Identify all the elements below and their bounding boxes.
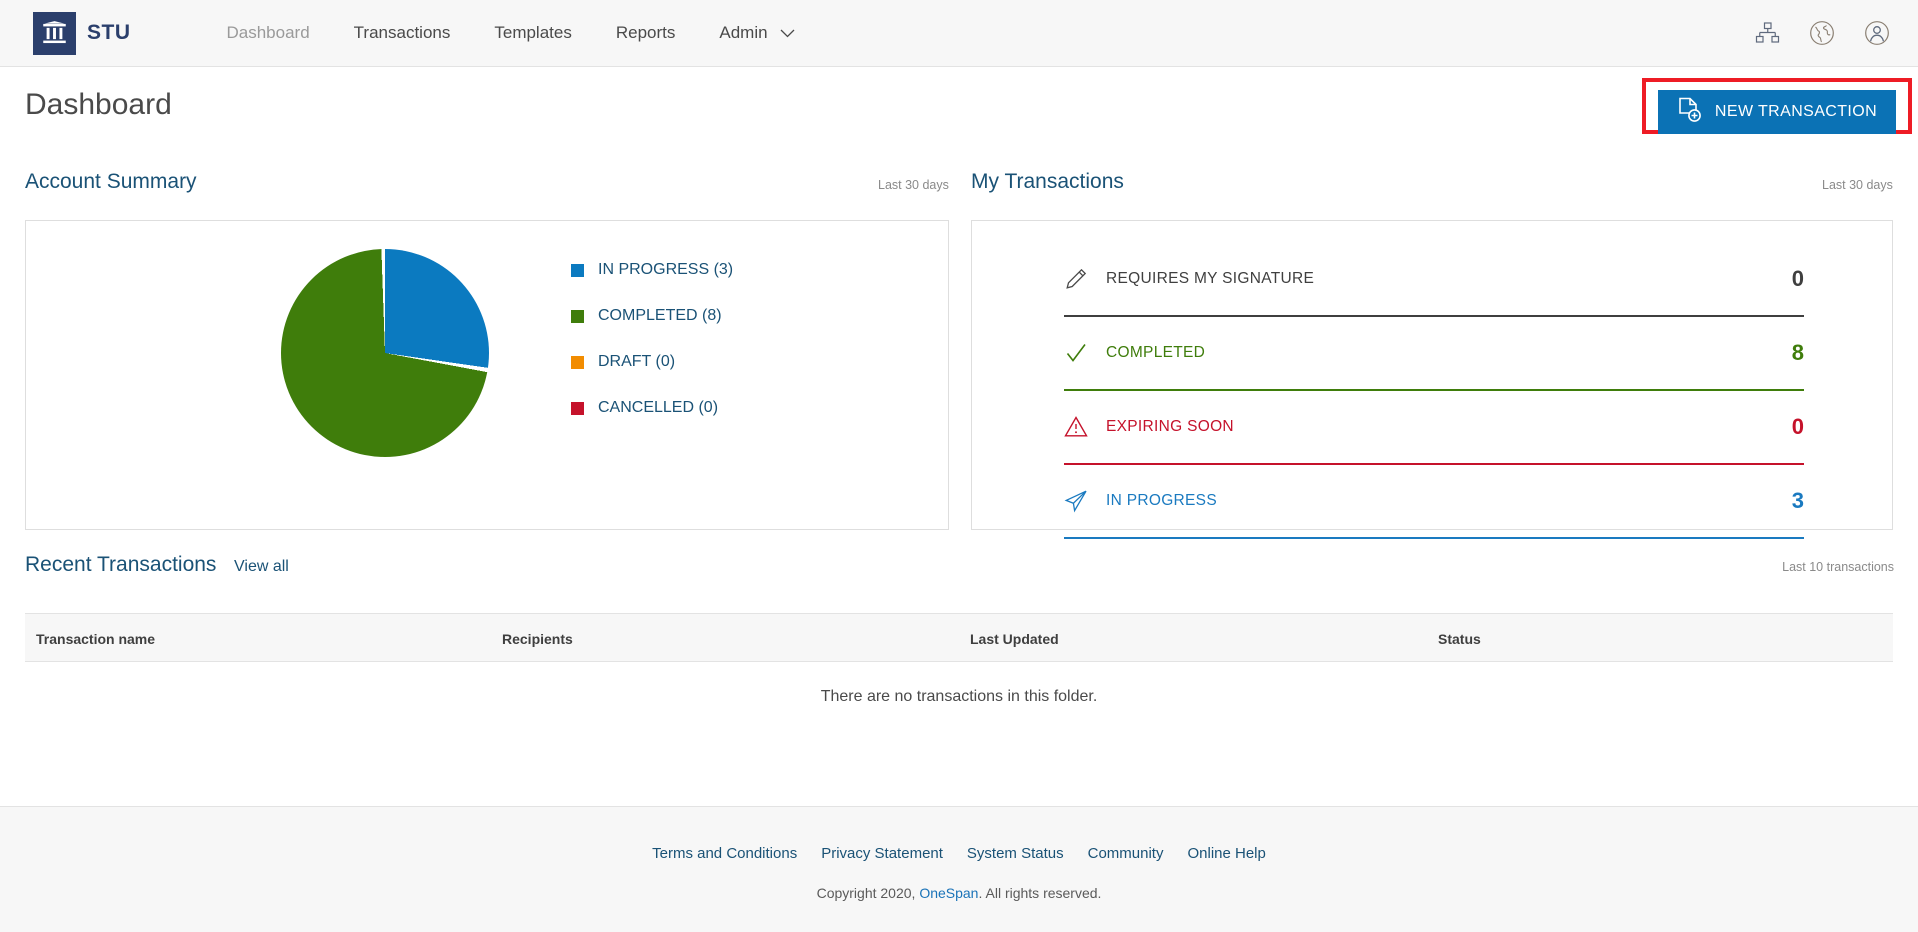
nav-item-templates[interactable]: Templates [494,23,571,43]
recent-transactions-meta: Last 10 transactions [1782,560,1894,574]
brand-name: STU [87,21,131,44]
footer-link-community[interactable]: Community [1088,845,1164,862]
new-transaction-button[interactable]: NEW TRANSACTION [1658,90,1896,134]
copyright-prefix: Copyright 2020, [816,885,920,901]
row-value-expiring-soon: 0 [1791,414,1804,439]
copyright-suffix: . All rights reserved. [978,885,1102,901]
legend-swatch-cancelled [571,401,584,415]
pie-chart-legend: IN PROGRESS (3) COMPLETED (8) DRAFT (0) … [571,261,733,417]
my-transactions-row-expiring-soon[interactable]: EXPIRING SOON 0 [1064,391,1804,463]
onespan-link[interactable]: OneSpan [919,885,978,901]
account-summary-pie-chart [281,249,489,457]
row-label-in-progress: IN PROGRESS [1106,492,1217,509]
column-header-recipients[interactable]: Recipients [502,631,573,647]
my-transactions-row-requires-my-signature[interactable]: REQUIRES MY SIGNATURE 0 [1064,243,1804,315]
account-summary-card: IN PROGRESS (3) COMPLETED (8) DRAFT (0) … [25,220,949,530]
legend-label-completed: COMPLETED (8) [598,307,722,324]
row-label-expiring-soon: EXPIRING SOON [1106,418,1234,435]
recent-transactions-heading: Recent Transactions [25,553,217,576]
pie-slices [281,249,489,457]
row-value-in-progress: 3 [1791,488,1804,513]
row-value-completed: 8 [1791,340,1804,365]
legend-swatch-in-progress [571,263,584,277]
user-account-icon[interactable] [1864,20,1890,46]
sitemap-icon[interactable] [1755,21,1780,45]
row-label-requires-my-signature: REQUIRES MY SIGNATURE [1106,270,1315,287]
chevron-down-icon [780,23,795,43]
new-transaction-label: NEW TRANSACTION [1714,103,1878,120]
my-transactions-period: Last 30 days [1822,178,1893,192]
my-transactions-card: REQUIRES MY SIGNATURE 0 COMPLETED 8 EXPI… [971,220,1893,539]
row-value-requires-my-signature: 0 [1791,266,1804,291]
main-nav-links: Dashboard Transactions Templates Reports… [227,23,795,43]
document-add-icon [1677,97,1702,128]
view-all-link[interactable]: View all [234,558,289,576]
check-icon [1064,341,1106,365]
copyright-text: Copyright 2020, OneSpan. All rights rese… [0,885,1918,901]
legend-item-cancelled[interactable]: CANCELLED (0) [571,399,733,417]
column-header-transaction-name[interactable]: Transaction name [36,631,155,647]
page-footer: Terms and Conditions Privacy Statement S… [0,806,1918,932]
globe-language-icon[interactable] [1809,20,1835,46]
footer-link-online-help[interactable]: Online Help [1187,845,1265,862]
nav-item-admin[interactable]: Admin [719,23,795,43]
legend-item-in-progress[interactable]: IN PROGRESS (3) [571,261,733,279]
footer-link-system-status[interactable]: System Status [967,845,1064,862]
legend-swatch-completed [571,309,584,323]
brand-logo-link[interactable]: STU [33,11,131,55]
empty-state-message: There are no transactions in this folder… [820,688,1098,705]
warning-triangle-icon [1064,415,1106,439]
column-header-status[interactable]: Status [1438,631,1481,647]
nav-item-transactions[interactable]: Transactions [354,23,451,43]
footer-link-terms-and-conditions[interactable]: Terms and Conditions [652,845,797,862]
bank-column-icon [33,11,76,55]
legend-item-draft[interactable]: DRAFT (0) [571,353,733,371]
legend-label-cancelled: CANCELLED (0) [598,399,719,416]
pencil-icon [1064,267,1106,291]
footer-link-privacy-statement[interactable]: Privacy Statement [821,845,943,862]
row-label-completed: COMPLETED [1106,344,1206,361]
account-summary-period: Last 30 days [878,178,949,192]
legend-label-in-progress: IN PROGRESS (3) [598,261,734,278]
legend-item-completed[interactable]: COMPLETED (8) [571,307,733,325]
my-transactions-list: REQUIRES MY SIGNATURE 0 COMPLETED 8 EXPI… [1064,243,1804,539]
my-transactions-row-in-progress[interactable]: IN PROGRESS 3 [1064,465,1804,537]
nav-item-dashboard[interactable]: Dashboard [227,23,310,43]
paper-plane-icon [1064,489,1106,513]
legend-label-draft: DRAFT (0) [598,353,676,370]
legend-swatch-draft [571,355,584,369]
top-right-icons [1755,20,1890,46]
recent-transactions-table-header: Transaction name Recipients Last Updated… [25,613,1893,662]
top-navigation-bar: STU Dashboard Transactions Templates Rep… [0,0,1918,67]
nav-admin-label: Admin [719,23,768,42]
nav-item-reports[interactable]: Reports [616,23,676,43]
my-transactions-heading: My Transactions [971,170,1124,193]
column-header-last-updated[interactable]: Last Updated [970,631,1059,647]
my-transactions-row-completed[interactable]: COMPLETED 8 [1064,317,1804,389]
page-title: Dashboard [25,88,172,121]
account-summary-heading: Account Summary [25,170,197,193]
row-divider-blue [1064,537,1804,539]
footer-links: Terms and Conditions Privacy Statement S… [0,845,1918,862]
